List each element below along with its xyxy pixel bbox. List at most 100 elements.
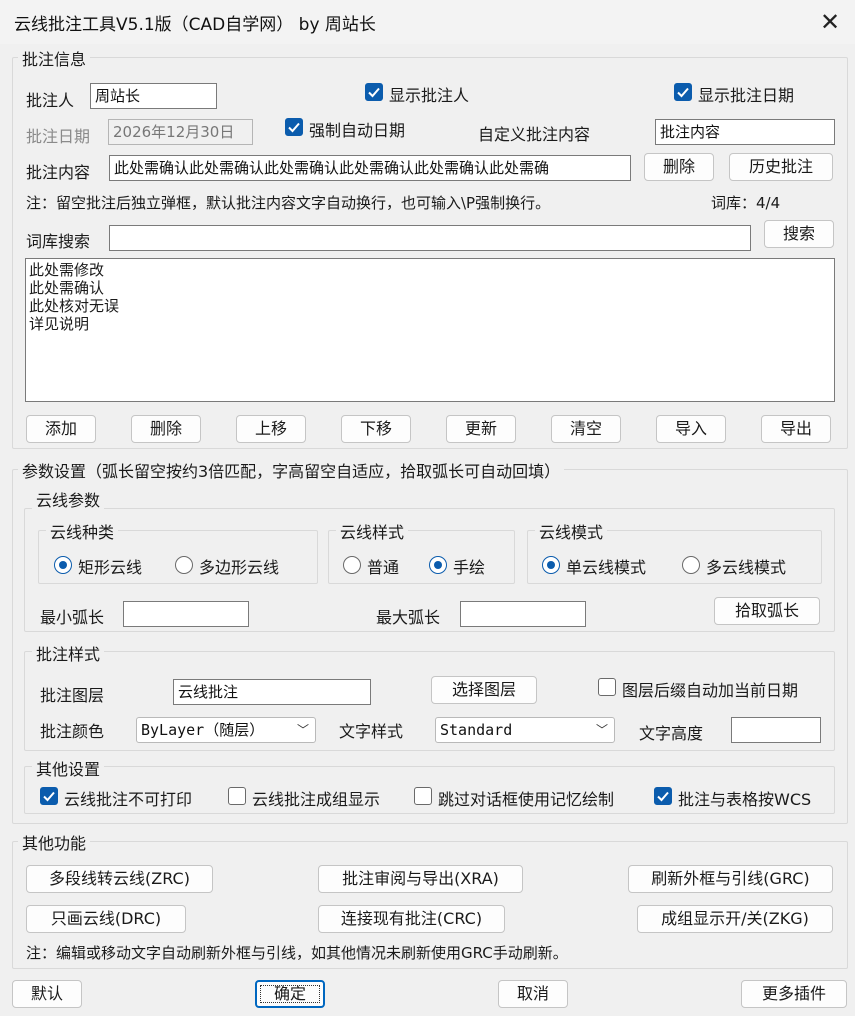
group-toggle-button[interactable]: 成组显示开/关(ZKG) xyxy=(637,905,833,933)
params-legend: 参数设置（弧长留空按约3倍匹配，字高留空自适应，拾取弧长可自动回填） xyxy=(18,458,565,482)
layer-suffix-date-checkbox[interactable] xyxy=(598,678,616,696)
annotator-input[interactable]: 周站长 xyxy=(90,83,217,109)
min-arc-label: 最小弧长 xyxy=(40,608,105,627)
min-arc-input[interactable] xyxy=(123,601,249,627)
single-mode-label: 单云线模式 xyxy=(566,558,647,577)
date-input: 2026年12月30日 xyxy=(108,119,253,145)
rect-cloud-label: 矩形云线 xyxy=(78,558,143,577)
max-arc-label: 最大弧长 xyxy=(376,608,441,627)
content-note: 注：留空批注后独立弹框，默认批注内容文字自动换行，也可输入\P强制换行。 xyxy=(26,194,551,212)
show-date-label: 显示批注日期 xyxy=(698,86,795,105)
ok-button[interactable]: 确定 xyxy=(255,980,325,1008)
annotator-label: 批注人 xyxy=(26,91,75,110)
list-item[interactable]: 此处核对无误 xyxy=(29,297,831,315)
export-button[interactable]: 导出 xyxy=(761,415,831,443)
chevron-down-icon: ﹀ xyxy=(595,723,608,737)
history-button[interactable]: 历史批注 xyxy=(729,153,833,181)
rect-cloud-radio[interactable] xyxy=(54,556,72,574)
wcs-label: 批注与表格按WCS xyxy=(678,790,812,809)
checkmark-icon xyxy=(43,791,55,802)
import-button[interactable]: 导入 xyxy=(656,415,726,443)
multi-mode-radio[interactable] xyxy=(682,556,700,574)
text-style-select-value: Standard xyxy=(440,721,513,739)
max-arc-input[interactable] xyxy=(460,601,586,627)
custom-content-label: 自定义批注内容 xyxy=(478,125,591,144)
list-item[interactable]: 此处需确认 xyxy=(29,279,831,297)
close-icon[interactable]: ✕ xyxy=(812,6,848,38)
checkmark-icon xyxy=(657,791,669,802)
normal-style-label: 普通 xyxy=(367,558,400,577)
text-height-input[interactable] xyxy=(731,717,821,743)
cloud-params-legend: 云线参数 xyxy=(32,487,105,511)
multi-mode-label: 多云线模式 xyxy=(706,558,787,577)
window-title: 云线批注工具V5.1版（CAD自学网） by 周站长 xyxy=(14,15,376,35)
default-button[interactable]: 默认 xyxy=(12,980,82,1008)
connect-annotation-button[interactable]: 连接现有批注(CRC) xyxy=(318,905,505,933)
text-height-label: 文字高度 xyxy=(639,724,704,743)
library-search-label: 词库搜索 xyxy=(26,232,91,251)
library-search-input[interactable] xyxy=(109,225,751,251)
move-down-button[interactable]: 下移 xyxy=(341,415,411,443)
draw-cloud-only-button[interactable]: 只画云线(DRC) xyxy=(26,905,186,933)
functions-note: 注：编辑或移动文字自动刷新外框与引线，如其他情况未刷新使用GRC手动刷新。 xyxy=(26,944,568,962)
list-item[interactable]: 此处需修改 xyxy=(29,261,831,279)
show-date-checkbox[interactable] xyxy=(674,83,692,101)
polygon-cloud-radio[interactable] xyxy=(175,556,193,574)
normal-style-radio[interactable] xyxy=(343,556,361,574)
library-listbox[interactable]: 此处需修改 此处需确认 此处核对无误 详见说明 xyxy=(25,258,835,402)
chevron-down-icon: ﹀ xyxy=(296,723,309,737)
color-select[interactable]: ByLayer（随层） ﹀ xyxy=(136,717,316,743)
content-input[interactable]: 此处需确认此处需确认此处需确认此处需确认此处需确认此处需确 xyxy=(109,155,631,181)
layer-suffix-date-label: 图层后缀自动加当前日期 xyxy=(622,681,799,700)
functions-legend: 其他功能 xyxy=(18,830,91,854)
show-annotator-label: 显示批注人 xyxy=(389,86,470,105)
add-button[interactable]: 添加 xyxy=(26,415,96,443)
group-display-label: 云线批注成组显示 xyxy=(252,790,381,809)
pick-arc-button[interactable]: 拾取弧长 xyxy=(714,597,820,625)
library-count: 词库：4/4 xyxy=(711,194,781,212)
checkmark-icon xyxy=(677,87,689,98)
list-item[interactable]: 详见说明 xyxy=(29,315,831,333)
text-style-label: 文字样式 xyxy=(339,722,404,741)
delete-content-button[interactable]: 删除 xyxy=(644,153,714,181)
polygon-cloud-label: 多边形云线 xyxy=(199,558,280,577)
skip-dialog-checkbox[interactable] xyxy=(414,787,432,805)
more-plugins-button[interactable]: 更多插件 xyxy=(741,980,847,1008)
layer-input[interactable]: 云线批注 xyxy=(173,679,371,705)
single-mode-radio[interactable] xyxy=(542,556,560,574)
cloud-mode-legend: 云线模式 xyxy=(535,519,608,543)
handdrawn-style-label: 手绘 xyxy=(453,558,486,577)
custom-content-input[interactable]: 批注内容 xyxy=(655,119,835,145)
force-auto-date-label: 强制自动日期 xyxy=(309,121,406,140)
cloud-style-legend: 云线样式 xyxy=(336,519,409,543)
color-select-value: ByLayer（随层） xyxy=(141,721,265,739)
delete-item-button[interactable]: 删除 xyxy=(131,415,201,443)
search-button[interactable]: 搜索 xyxy=(764,220,834,248)
handdrawn-style-radio[interactable] xyxy=(429,556,447,574)
move-up-button[interactable]: 上移 xyxy=(236,415,306,443)
annotation-info-legend: 批注信息 xyxy=(18,46,91,70)
cancel-button[interactable]: 取消 xyxy=(498,980,568,1008)
update-button[interactable]: 更新 xyxy=(446,415,516,443)
refresh-frame-button[interactable]: 刷新外框与引线(GRC) xyxy=(628,865,833,893)
cloud-kind-legend: 云线种类 xyxy=(46,519,119,543)
no-print-label: 云线批注不可打印 xyxy=(64,790,193,809)
annotation-style-legend: 批注样式 xyxy=(32,641,105,665)
content-label: 批注内容 xyxy=(26,163,91,182)
pline-to-cloud-button[interactable]: 多段线转云线(ZRC) xyxy=(26,865,213,893)
clear-button[interactable]: 清空 xyxy=(551,415,621,443)
date-label: 批注日期 xyxy=(26,127,91,146)
group-display-checkbox[interactable] xyxy=(228,787,246,805)
wcs-checkbox[interactable] xyxy=(654,787,672,805)
checkmark-icon xyxy=(368,87,380,98)
text-style-select[interactable]: Standard ﹀ xyxy=(435,717,615,743)
checkmark-icon xyxy=(288,122,300,133)
other-settings-legend: 其他设置 xyxy=(32,756,105,780)
color-label: 批注颜色 xyxy=(40,722,105,741)
select-layer-button[interactable]: 选择图层 xyxy=(431,676,537,704)
no-print-checkbox[interactable] xyxy=(40,787,58,805)
layer-label: 批注图层 xyxy=(40,686,105,705)
review-export-button[interactable]: 批注审阅与导出(XRA) xyxy=(318,865,523,893)
show-annotator-checkbox[interactable] xyxy=(365,83,383,101)
force-auto-date-checkbox[interactable] xyxy=(285,118,303,136)
